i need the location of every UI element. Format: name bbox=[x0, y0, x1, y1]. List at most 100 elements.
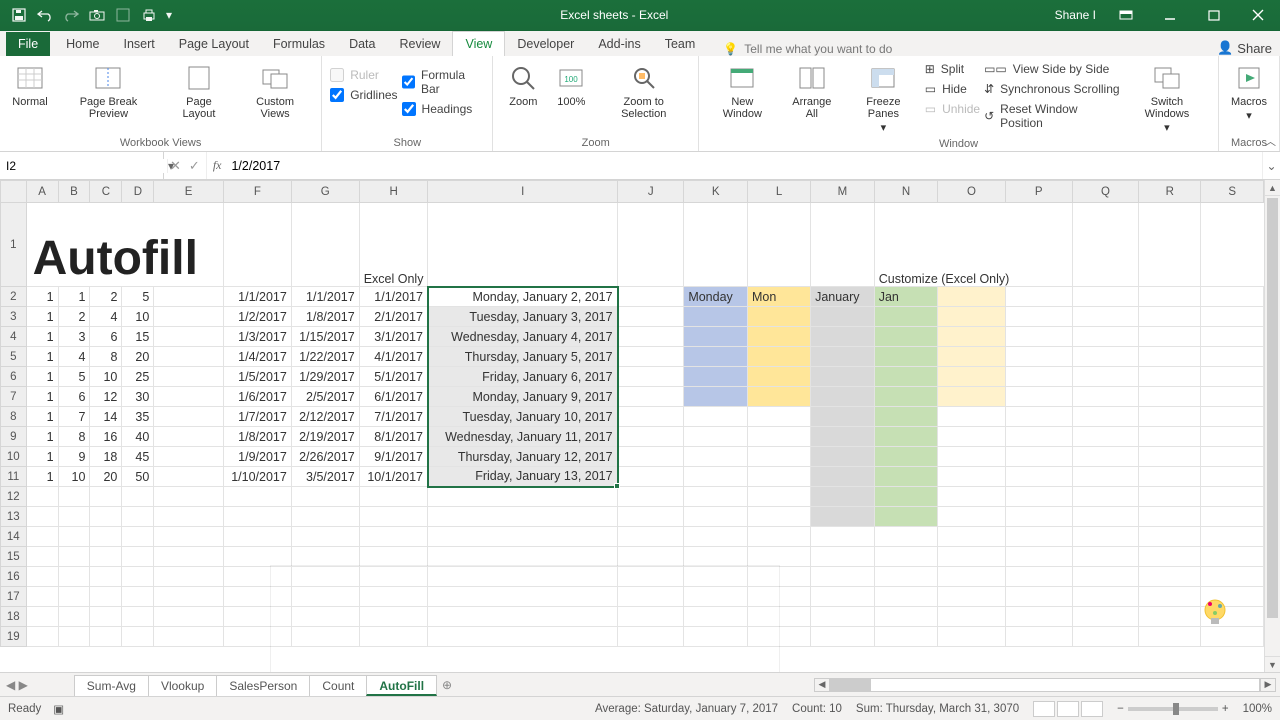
tab-file[interactable]: File bbox=[6, 32, 50, 56]
cell-G14[interactable] bbox=[291, 527, 359, 547]
cell-E14[interactable] bbox=[154, 527, 224, 547]
cell-B4[interactable]: 3 bbox=[58, 327, 90, 347]
cell-N7[interactable] bbox=[874, 387, 938, 407]
cell-H6[interactable]: 5/1/2017 bbox=[359, 367, 428, 387]
formula-bar-checkbox[interactable]: Formula Bar bbox=[402, 66, 485, 98]
cell-C5[interactable]: 8 bbox=[90, 347, 122, 367]
cell-C4[interactable]: 6 bbox=[90, 327, 122, 347]
cell-R11[interactable] bbox=[1139, 467, 1201, 487]
hscroll-thumb[interactable] bbox=[831, 679, 871, 691]
normal-view-button[interactable]: Normal bbox=[8, 60, 52, 110]
cell-I7[interactable]: Monday, January 9, 2017 bbox=[428, 387, 618, 407]
page-break-button[interactable]: Page Break Preview bbox=[56, 60, 161, 122]
cell-S2[interactable] bbox=[1201, 287, 1264, 307]
cell-H15[interactable] bbox=[359, 547, 428, 567]
cell-N13[interactable] bbox=[874, 507, 938, 527]
cell-D14[interactable] bbox=[122, 527, 154, 547]
row-header-4[interactable]: 4 bbox=[1, 327, 27, 347]
row-header-17[interactable]: 17 bbox=[1, 587, 27, 607]
cell-customize[interactable]: Customize (Excel Only) bbox=[874, 203, 1072, 287]
hide-button[interactable]: ▭Hide bbox=[925, 80, 980, 98]
cell-G6[interactable]: 1/29/2017 bbox=[291, 367, 359, 387]
col-header-I[interactable]: I bbox=[428, 181, 618, 203]
cell-N16[interactable] bbox=[874, 567, 938, 587]
tab-page-layout[interactable]: Page Layout bbox=[167, 32, 261, 56]
zoom-percent[interactable]: 100% bbox=[1243, 703, 1272, 715]
col-header-F[interactable]: F bbox=[223, 181, 291, 203]
cell-A4[interactable]: 1 bbox=[26, 327, 58, 347]
row-header-19[interactable]: 19 bbox=[1, 627, 27, 647]
cell-O12[interactable] bbox=[938, 487, 1005, 507]
col-header-C[interactable]: C bbox=[90, 181, 122, 203]
cell-N9[interactable] bbox=[874, 427, 938, 447]
cell-H13[interactable] bbox=[359, 507, 428, 527]
cell-O8[interactable] bbox=[938, 407, 1005, 427]
cell-E4[interactable] bbox=[154, 327, 224, 347]
cell-O3[interactable] bbox=[938, 307, 1005, 327]
cell-Q11[interactable] bbox=[1072, 467, 1138, 487]
cell-R4[interactable] bbox=[1139, 327, 1201, 347]
cell-Q15[interactable] bbox=[1072, 547, 1138, 567]
cell-G10[interactable]: 2/26/2017 bbox=[291, 447, 359, 467]
select-all-corner[interactable] bbox=[1, 181, 27, 203]
cell-Q5[interactable] bbox=[1072, 347, 1138, 367]
cell-K6[interactable] bbox=[684, 367, 748, 387]
cell-O6[interactable] bbox=[938, 367, 1005, 387]
row-header-11[interactable]: 11 bbox=[1, 467, 27, 487]
cell-J8[interactable] bbox=[618, 407, 684, 427]
cell-P9[interactable] bbox=[1005, 427, 1072, 447]
cell-B18[interactable] bbox=[58, 607, 90, 627]
col-header-H[interactable]: H bbox=[359, 181, 428, 203]
cell-M3[interactable] bbox=[811, 307, 875, 327]
cell-G5[interactable]: 1/22/2017 bbox=[291, 347, 359, 367]
col-header-K[interactable]: K bbox=[684, 181, 748, 203]
custom-views-button[interactable]: Custom Views bbox=[237, 60, 313, 122]
cell-E9[interactable] bbox=[154, 427, 224, 447]
tab-view[interactable]: View bbox=[452, 31, 505, 56]
cell-F8[interactable]: 1/7/2017 bbox=[223, 407, 291, 427]
cell-F7[interactable]: 1/6/2017 bbox=[223, 387, 291, 407]
cell-F3[interactable]: 1/2/2017 bbox=[223, 307, 291, 327]
headings-checkbox[interactable]: Headings bbox=[402, 100, 485, 118]
cell-F4[interactable]: 1/3/2017 bbox=[223, 327, 291, 347]
name-box-input[interactable] bbox=[0, 159, 167, 173]
cell-O5[interactable] bbox=[938, 347, 1005, 367]
cell-A13[interactable] bbox=[26, 507, 58, 527]
cell-E7[interactable] bbox=[154, 387, 224, 407]
cell-C15[interactable] bbox=[90, 547, 122, 567]
cell-P12[interactable] bbox=[1005, 487, 1072, 507]
cell-M4[interactable] bbox=[811, 327, 875, 347]
cell-O10[interactable] bbox=[938, 447, 1005, 467]
cell-Q9[interactable] bbox=[1072, 427, 1138, 447]
cell-J15[interactable] bbox=[618, 547, 684, 567]
fill-handle[interactable] bbox=[614, 483, 620, 489]
cell-R19[interactable] bbox=[1139, 627, 1201, 647]
gridlines-checkbox[interactable]: Gridlines bbox=[330, 86, 397, 104]
cell-Q3[interactable] bbox=[1072, 307, 1138, 327]
cell-K8[interactable] bbox=[684, 407, 748, 427]
row-header-12[interactable]: 12 bbox=[1, 487, 27, 507]
cell-D9[interactable]: 40 bbox=[122, 427, 154, 447]
cell-J10[interactable] bbox=[618, 447, 684, 467]
cell-M5[interactable] bbox=[811, 347, 875, 367]
cell-K3[interactable] bbox=[684, 307, 748, 327]
cell-A3[interactable]: 1 bbox=[26, 307, 58, 327]
cell-H14[interactable] bbox=[359, 527, 428, 547]
scroll-right-icon[interactable]: ▶ bbox=[1260, 678, 1276, 692]
cell-G9[interactable]: 2/19/2017 bbox=[291, 427, 359, 447]
cell-A16[interactable] bbox=[26, 567, 58, 587]
cell-A6[interactable]: 1 bbox=[26, 367, 58, 387]
row-header-7[interactable]: 7 bbox=[1, 387, 27, 407]
zoom-control[interactable]: − + bbox=[1117, 703, 1228, 715]
cell-B8[interactable]: 7 bbox=[58, 407, 90, 427]
cell-A2[interactable]: 1 bbox=[26, 287, 58, 307]
cell-S13[interactable] bbox=[1201, 507, 1264, 527]
cell-L5[interactable] bbox=[747, 347, 810, 367]
cell-F10[interactable]: 1/9/2017 bbox=[223, 447, 291, 467]
cell-H7[interactable]: 6/1/2017 bbox=[359, 387, 428, 407]
col-header-O[interactable]: O bbox=[938, 181, 1005, 203]
row-header-9[interactable]: 9 bbox=[1, 427, 27, 447]
cell-K9[interactable] bbox=[684, 427, 748, 447]
cell-A12[interactable] bbox=[26, 487, 58, 507]
cell-D12[interactable] bbox=[122, 487, 154, 507]
